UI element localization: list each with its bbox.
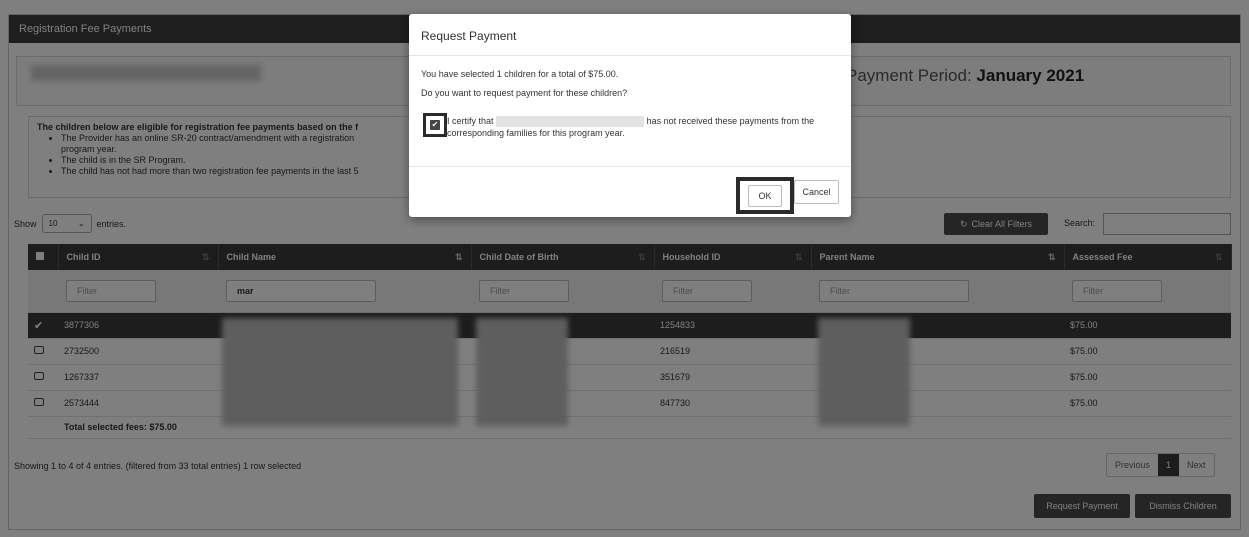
redacted-provider	[496, 116, 645, 128]
check-icon: ✔	[430, 120, 440, 130]
certify-suffix: has not received these payments from the	[646, 116, 815, 126]
modal-footer: OK Cancel	[409, 166, 851, 217]
ok-highlight: OK	[736, 177, 794, 214]
certify-statement: ✔ I certify that has not received these …	[421, 113, 839, 139]
cancel-button[interactable]: Cancel	[794, 180, 839, 204]
certify-prefix: I certify that	[447, 116, 494, 126]
modal-question: Do you want to request payment for these…	[421, 88, 628, 98]
ok-button[interactable]: OK	[748, 184, 782, 207]
certify-checkbox[interactable]: ✔	[423, 113, 447, 137]
modal-title: Request Payment	[409, 14, 851, 56]
modal-summary: You have selected 1 children for a total…	[421, 69, 619, 79]
request-payment-modal: Request Payment You have selected 1 chil…	[409, 14, 851, 217]
certify-line2: corresponding families for this program …	[447, 128, 625, 139]
